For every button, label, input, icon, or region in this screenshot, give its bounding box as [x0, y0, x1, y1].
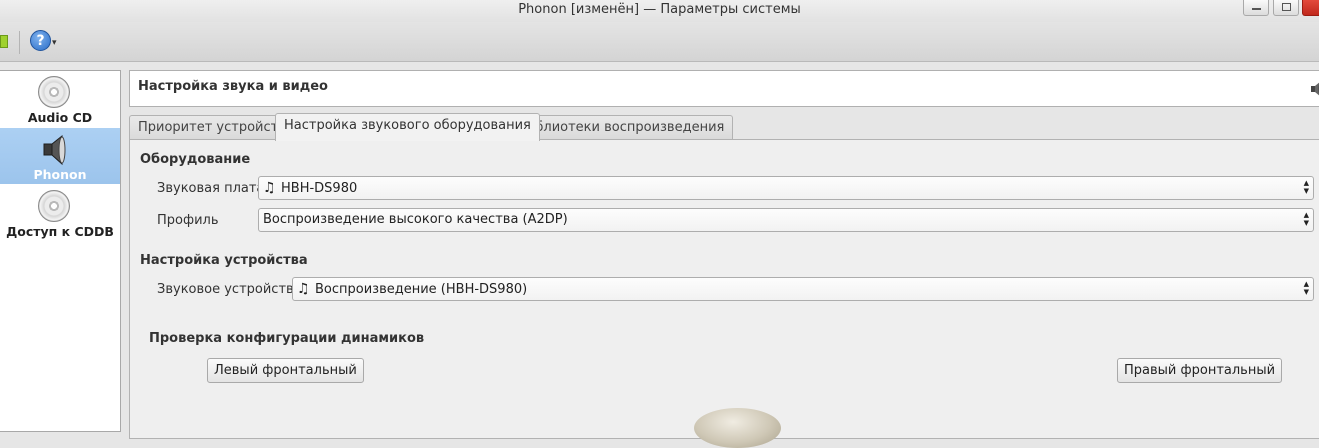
sound-card-value: HBH-DS980 — [281, 181, 358, 196]
tab-backends[interactable]: Библиотеки воспроизведения — [509, 115, 734, 141]
minimize-icon — [1252, 8, 1261, 10]
sidebar-item-audio-cd[interactable]: Audio CD — [0, 71, 120, 127]
spin-arrows-icon: ▲ ▼ — [1303, 280, 1309, 296]
apply-icon[interactable] — [0, 35, 8, 48]
toolbar-separator — [19, 31, 20, 54]
window-titlebar[interactable]: Phonon [изменён] — Параметры системы — [0, 0, 1319, 22]
maximize-button[interactable] — [1273, 0, 1299, 16]
hardware-section-title: Оборудование — [140, 152, 251, 167]
sound-device-label: Звуковое устройство — [157, 282, 302, 297]
right-front-speaker-button[interactable]: Правый фронтальный — [1117, 358, 1283, 383]
cd-icon — [38, 76, 72, 110]
device-section-title: Настройка устройства — [140, 253, 308, 268]
maximize-icon — [1282, 3, 1291, 11]
sound-device-value: Воспроизведение (HBH-DS980) — [315, 282, 528, 297]
module-header: Настройка звука и видео — [129, 70, 1319, 107]
tab-device-priority[interactable]: Приоритет устройств — [129, 115, 295, 141]
tab-audio-hardware[interactable]: Настройка звукового оборудования — [275, 113, 540, 141]
tab-bar: Приоритет устройств Настройка звукового … — [129, 113, 1319, 141]
help-dropdown-arrow-icon[interactable]: ▾ — [52, 38, 57, 48]
speaker-test-section-title: Проверка конфигурации динамиков — [149, 331, 425, 346]
left-front-speaker-button[interactable]: Левый фронтальный — [207, 358, 364, 383]
music-note-icon: ♫ — [263, 180, 276, 196]
music-note-icon: ♫ — [297, 281, 310, 297]
cd-icon — [38, 190, 72, 224]
sound-card-label: Звуковая плата — [157, 181, 265, 196]
spin-arrows-icon: ▲ ▼ — [1303, 211, 1309, 227]
toolbar: ? ▾ — [0, 22, 1319, 62]
close-button[interactable] — [1302, 0, 1319, 16]
sidebar-item-phonon[interactable]: Phonon — [0, 128, 120, 184]
speaker-icon — [38, 133, 72, 167]
sidebar: Audio CD Phonon Доступ к CDDB — [0, 70, 121, 432]
sidebar-item-label: Audio CD — [27, 110, 93, 125]
sidebar-item-cddb[interactable]: Доступ к CDDB — [0, 185, 120, 241]
sound-device-select[interactable]: ♫ Воспроизведение (HBH-DS980) ▲ ▼ — [292, 277, 1314, 301]
profile-value: Воспроизведение высокого качества (A2DP) — [263, 212, 568, 227]
listener-stone-image — [694, 408, 781, 448]
speaker-icon — [1308, 79, 1319, 103]
spin-arrows-icon: ▲ ▼ — [1303, 179, 1309, 195]
minimize-button[interactable] — [1243, 0, 1269, 16]
page-title: Настройка звука и видео — [138, 79, 328, 94]
window-title: Phonon [изменён] — Параметры системы — [518, 2, 801, 17]
profile-label: Профиль — [157, 213, 219, 228]
sound-card-select[interactable]: ♫ HBH-DS980 ▲ ▼ — [258, 176, 1314, 200]
profile-select[interactable]: Воспроизведение высокого качества (A2DP)… — [258, 208, 1314, 232]
sidebar-item-label: Доступ к CDDB — [6, 224, 114, 239]
help-icon[interactable]: ? — [30, 30, 51, 51]
sidebar-item-label: Phonon — [33, 167, 87, 182]
